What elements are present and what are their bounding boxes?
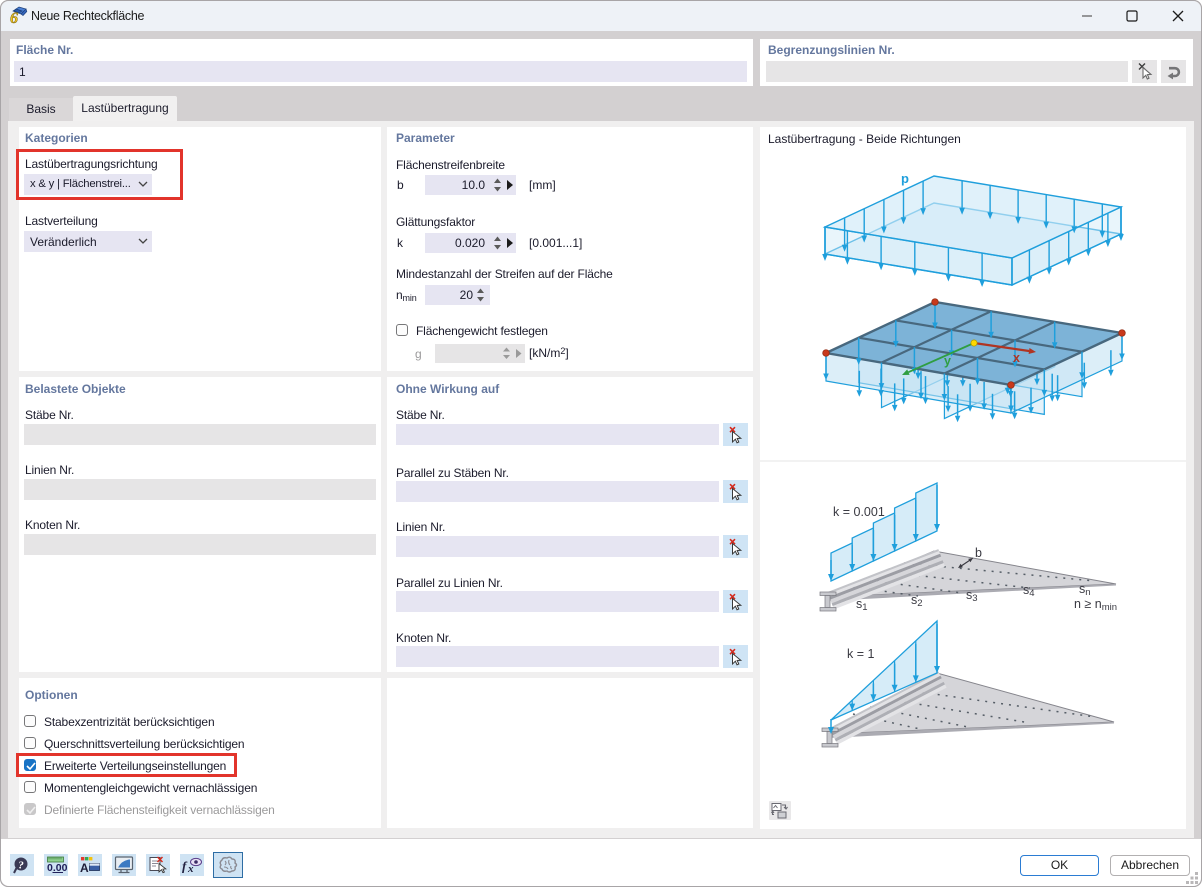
svg-text:k = 1: k = 1 [847, 647, 874, 661]
svg-text:A: A [80, 861, 89, 875]
svg-text:n ≥ nmin: n ≥ nmin [1074, 597, 1117, 613]
svg-text:k = 0.001: k = 0.001 [833, 505, 885, 519]
svg-text:x: x [1013, 351, 1020, 365]
svg-text:y: y [944, 354, 951, 368]
svg-text:6: 6 [10, 10, 18, 27]
svg-text:b: b [975, 546, 982, 560]
svg-text:s1: s1 [856, 597, 868, 613]
svg-text:?: ? [18, 860, 24, 872]
svg-text:p: p [901, 171, 909, 186]
